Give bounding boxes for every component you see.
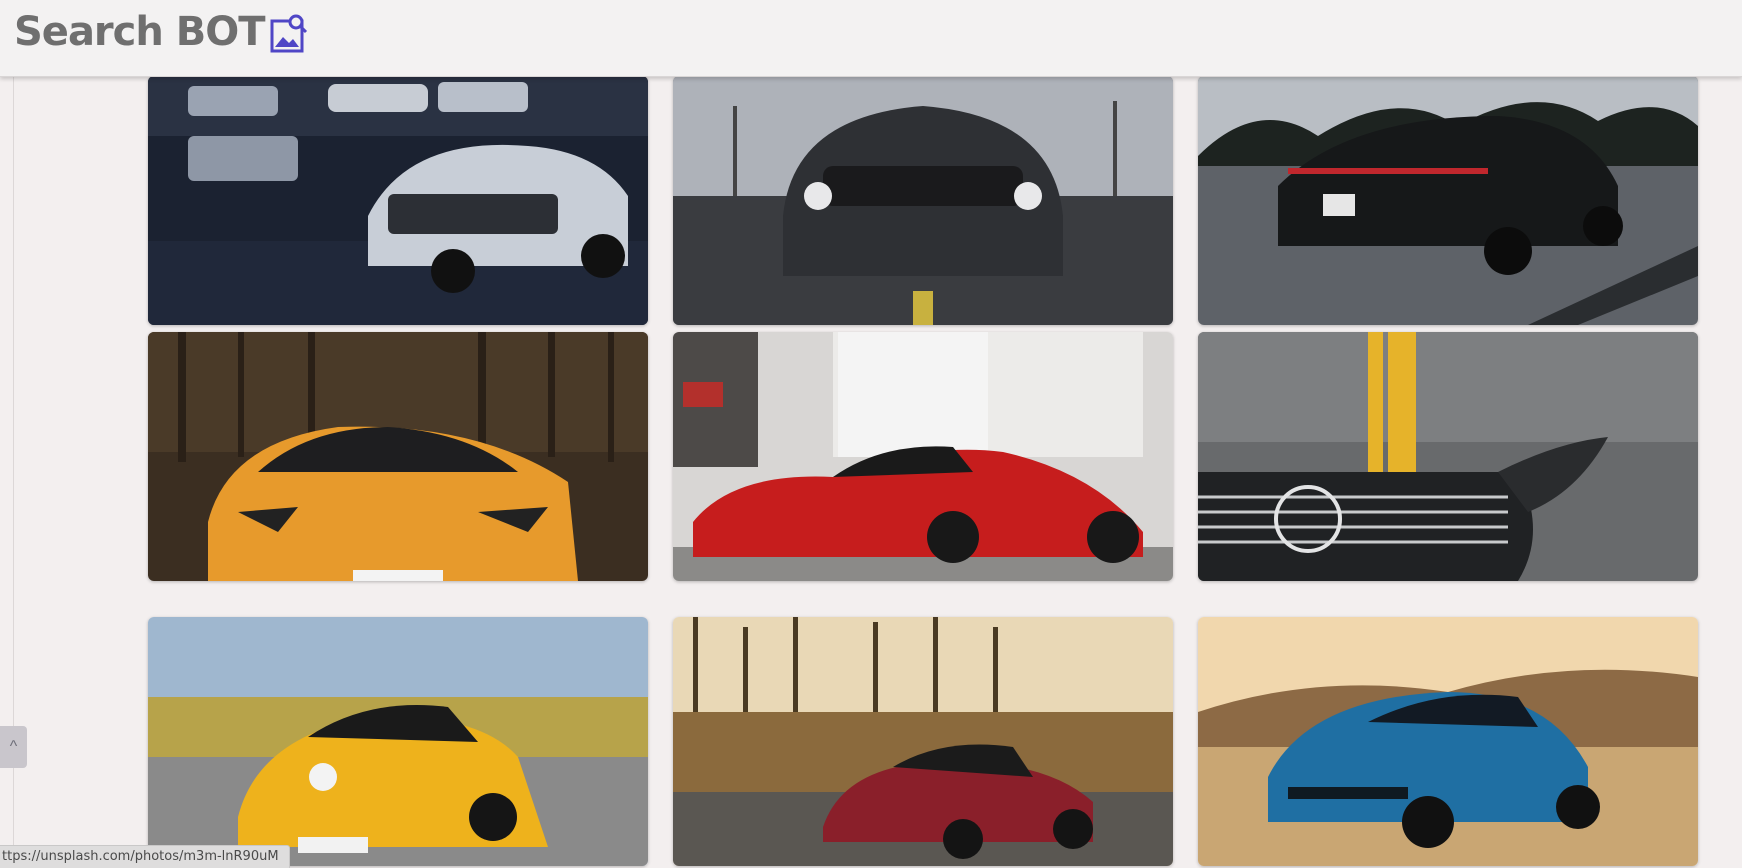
car-image-5[interactable] bbox=[673, 332, 1173, 581]
scroll-to-top-button[interactable]: ^ bbox=[0, 726, 27, 768]
car-image-6[interactable] bbox=[1198, 332, 1698, 581]
chevron-up-icon: ^ bbox=[9, 738, 18, 755]
car-image-4[interactable] bbox=[148, 332, 648, 581]
car-image-8[interactable] bbox=[673, 617, 1173, 866]
app-header: Search BOT bbox=[0, 0, 1742, 77]
car-image-3[interactable] bbox=[1198, 76, 1698, 325]
status-bar-url: ttps://unsplash.com/photos/m3m-lnR90uM bbox=[0, 845, 290, 868]
car-image-2[interactable] bbox=[673, 76, 1173, 325]
car-image-1[interactable] bbox=[148, 76, 648, 325]
brand[interactable]: Search BOT bbox=[14, 8, 311, 56]
app-title: Search BOT bbox=[14, 9, 266, 55]
car-image-7[interactable] bbox=[148, 617, 648, 866]
car-image-9[interactable] bbox=[1198, 617, 1698, 866]
image-search-icon bbox=[270, 14, 307, 53]
image-gallery bbox=[148, 76, 1698, 868]
